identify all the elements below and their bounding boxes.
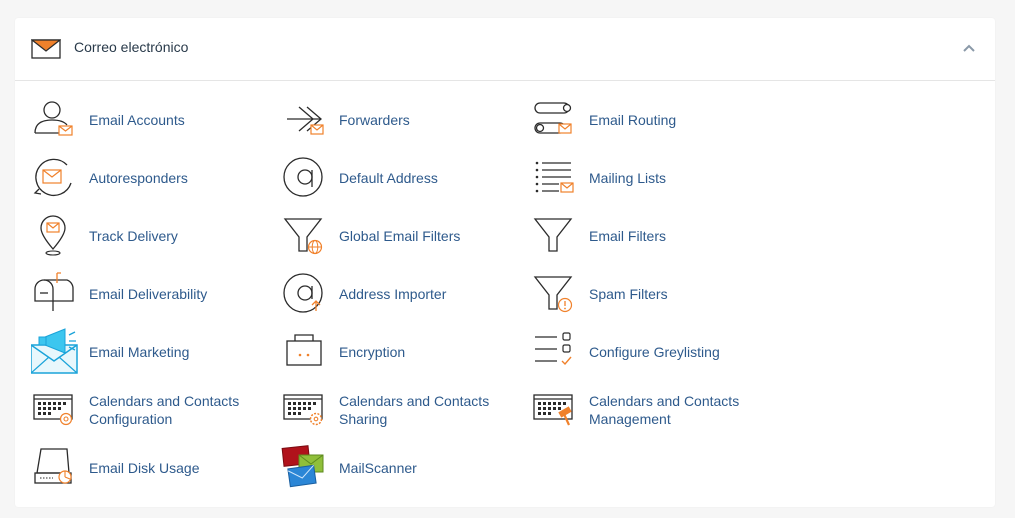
encryption-link[interactable]: Encryption xyxy=(281,327,521,377)
calendars-contacts-management-link[interactable]: Calendars and Contacts Management xyxy=(531,385,771,435)
track-delivery-link[interactable]: Track Delivery xyxy=(31,211,271,261)
item-label: Mailing Lists xyxy=(589,170,667,186)
map-pin-icon xyxy=(31,211,81,261)
item-label: Track Delivery xyxy=(89,228,178,244)
item-label: MailScanner xyxy=(339,460,417,476)
email-accounts-link[interactable]: Email Accounts xyxy=(31,95,271,145)
megaphone-envelope-icon xyxy=(31,327,81,377)
calendar-hammer-icon xyxy=(531,385,581,435)
calendars-contacts-configuration-link[interactable]: Calendars and Contacts Configuration xyxy=(31,385,271,435)
funnel-globe-icon xyxy=(281,211,331,261)
envelope-icon xyxy=(31,38,61,60)
routing-icon xyxy=(531,95,581,145)
mailscanner-link[interactable]: MailScanner xyxy=(281,443,521,493)
address-importer-link[interactable]: Address Importer xyxy=(281,269,521,319)
email-filters-link[interactable]: Email Filters xyxy=(531,211,771,261)
configure-greylisting-link[interactable]: Configure Greylisting xyxy=(531,327,771,377)
user-envelope-icon xyxy=(31,95,81,145)
forward-arrow-icon xyxy=(281,95,331,145)
list-envelope-icon xyxy=(531,153,581,203)
at-import-icon xyxy=(281,269,331,319)
email-routing-link[interactable]: Email Routing xyxy=(531,95,771,145)
item-label: Autoresponders xyxy=(89,170,188,186)
item-label: Email Routing xyxy=(589,112,677,128)
forwarders-link[interactable]: Forwarders xyxy=(281,95,521,145)
at-sign-icon xyxy=(281,153,331,203)
mailing-lists-link[interactable]: Mailing Lists xyxy=(531,153,771,203)
calendar-gear-icon xyxy=(281,385,331,435)
funnel-icon xyxy=(531,211,581,261)
item-label: Address Importer xyxy=(339,286,447,302)
briefcase-lock-icon xyxy=(281,327,331,377)
item-label: Email Marketing xyxy=(89,344,190,360)
item-label: Email Disk Usage xyxy=(89,460,200,476)
item-label: Calendars and Contacts Sharing xyxy=(339,393,490,427)
item-label: Forwarders xyxy=(339,112,410,128)
item-label: Global Email Filters xyxy=(339,228,461,244)
funnel-warning-icon xyxy=(531,269,581,319)
default-address-link[interactable]: Default Address xyxy=(281,153,521,203)
section-header[interactable]: Correo electrónico xyxy=(15,18,995,81)
spam-filters-link[interactable]: Spam Filters xyxy=(531,269,771,319)
checklist-icon xyxy=(531,327,581,377)
calendar-at-icon xyxy=(31,385,81,435)
item-label: Email Accounts xyxy=(89,112,185,128)
mailbox-icon xyxy=(31,269,81,319)
disk-usage-icon xyxy=(31,443,81,493)
email-disk-usage-link[interactable]: Email Disk Usage xyxy=(31,443,271,493)
item-label: Configure Greylisting xyxy=(589,344,720,360)
calendars-contacts-sharing-link[interactable]: Calendars and Contacts Sharing xyxy=(281,385,521,435)
email-section-panel: Correo electrónico Email Accounts Forwar… xyxy=(15,18,995,507)
chevron-up-icon[interactable] xyxy=(961,40,977,56)
item-label: Calendars and Contacts Management xyxy=(589,393,740,427)
item-label: Spam Filters xyxy=(589,286,668,302)
section-title: Correo electrónico xyxy=(74,39,189,55)
mailscanner-icon xyxy=(281,443,331,493)
item-label: Encryption xyxy=(339,344,406,360)
item-label: Default Address xyxy=(339,170,438,186)
item-label: Calendars and Contacts Configuration xyxy=(89,393,240,427)
item-label: Email Deliverability xyxy=(89,286,208,302)
global-email-filters-link[interactable]: Global Email Filters xyxy=(281,211,521,261)
item-label: Email Filters xyxy=(589,228,667,244)
autoresponders-link[interactable]: Autoresponders xyxy=(31,153,271,203)
email-deliverability-link[interactable]: Email Deliverability xyxy=(31,269,271,319)
email-marketing-link[interactable]: Email Marketing xyxy=(31,327,271,377)
autoresponder-icon xyxy=(31,153,81,203)
